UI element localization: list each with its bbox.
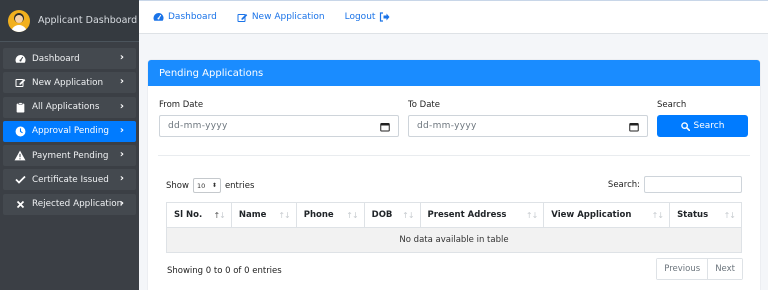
sort-icon: ↑↓ [651,211,664,220]
table-search-label: Search: [607,179,640,190]
sort-icon: ↑↓ [723,211,736,220]
sidebar-item-label: All Applications [32,102,100,113]
avatar [8,9,30,32]
entries-per-page-select[interactable]: 10 ⬍ [192,178,221,193]
sidebar: Applicant Dashboard Dashboard › New Appl… [0,0,139,290]
brand-title: Applicant Dashboard [38,15,138,26]
column-header[interactable]: Status ↑↓ [669,202,742,228]
sidebar-item-label: Dashboard [32,53,80,64]
column-header[interactable]: Name ↑↓ [230,202,297,228]
table-header-row: Sl No. ↑↓ Name ↑↓ Phone ↑↓ DOB ↑↓ Present Ad… [166,202,742,228]
sidebar-item-label: Certificate Issued [32,174,109,185]
top-link-label: Dashboard [168,12,217,22]
sort-icon: ↑↓ [278,211,290,220]
tachometer-icon [153,12,164,22]
previous-page-button[interactable]: Previous [657,259,708,279]
top-link-label: New Application [251,12,325,22]
chevron-right-icon: › [119,197,124,209]
sort-arrows-icon: ⬍ [211,182,217,189]
from-date-input[interactable]: dd-mm-yyyy [159,115,399,137]
next-page-button[interactable]: Next [707,259,742,279]
sidebar-item-label: Approval Pending [32,126,109,137]
sidebar-item-label: Rejected Application [32,199,123,210]
sidebar-item-label: Payment Pending [32,150,109,161]
table-length-control: Show 10 ⬍ entries [166,178,254,193]
sidebar-item-certificate-issued[interactable]: Certificate Issued › [3,169,136,191]
calendar-icon[interactable] [380,122,390,135]
calendar-icon[interactable] [629,122,639,135]
edit-icon [237,12,248,23]
warning-icon [14,150,26,162]
empty-table-message: No data available in table [166,227,742,253]
show-label: Show [166,180,189,191]
column-header[interactable]: View Application ↑↓ [543,202,671,228]
table-row: No data available in table [166,227,742,253]
date-placeholder: dd-mm-yyyy [168,121,228,131]
column-header[interactable]: Sl No. ↑↓ [166,202,232,228]
top-link-label: Logout [344,12,376,22]
chevron-right-icon: › [119,52,124,63]
clipboard-icon [14,101,26,113]
applications-table: Sl No. ↑↓ Name ↑↓ Phone ↑↓ DOB ↑↓ Present Ad… [166,202,742,253]
sidebar-item-approval-pending[interactable]: Approval Pending › [3,120,136,142]
check-icon [14,174,26,186]
chevron-right-icon: › [119,76,124,88]
chevron-right-icon: › [119,124,124,136]
entries-label: entries [224,180,255,191]
table-search-control: Search: [608,176,742,193]
from-date-label: From Date [159,100,204,110]
to-date-label: To Date [408,100,440,110]
sort-icon: ↑↓ [402,211,414,220]
table-search-input[interactable] [644,176,742,193]
sign-out-icon [379,12,390,22]
sidebar-item-all-applications[interactable]: All Applications › [3,96,136,118]
edit-icon [14,77,26,89]
sidebar-item-label: New Application [32,77,104,88]
sidebar-item-dashboard[interactable]: Dashboard › [3,48,136,69]
top-link-new-application[interactable]: New Application [237,12,325,23]
card-header: Pending Applications [148,60,760,86]
chevron-right-icon: › [119,149,124,161]
search-icon [680,121,690,131]
brand[interactable]: Applicant Dashboard [0,0,139,42]
pending-applications-card: Pending Applications From Date dd-mm-yyy… [148,60,760,290]
clock-icon [14,125,26,137]
pagination: Previous Next [656,258,743,280]
times-icon [14,198,26,210]
search-label: Search [657,100,687,110]
date-placeholder: dd-mm-yyyy [417,121,477,131]
top-navbar: Dashboard New Application Logout [139,0,768,34]
column-header[interactable]: Phone ↑↓ [295,202,365,228]
chevron-right-icon: › [119,100,124,112]
table-info: Showing 0 to 0 of 0 entries [167,266,282,276]
logout-link[interactable]: Logout [345,12,395,22]
column-header[interactable]: DOB ↑↓ [363,202,421,228]
divider [158,155,750,156]
entries-value: 10 [196,181,206,190]
sort-icon: ↑↓ [346,211,358,220]
chevron-right-icon: › [119,173,124,185]
sort-asc-icon: ↑↓ [213,211,225,220]
to-date-input[interactable]: dd-mm-yyyy [408,115,648,137]
column-header[interactable]: Present Address ↑↓ [419,202,545,228]
sidebar-item-payment-pending[interactable]: Payment Pending › [3,145,136,167]
sort-icon: ↑↓ [525,211,538,220]
search-button-label: Search [693,121,725,131]
sidebar-nav: Dashboard › New Application › All Applic… [3,48,136,218]
tachometer-icon [14,53,26,65]
sidebar-item-rejected-application[interactable]: Rejected Application › [3,193,136,215]
search-button[interactable]: Search [657,115,748,137]
card-title: Pending Applications [159,67,264,79]
top-link-dashboard[interactable]: Dashboard [153,12,217,22]
sidebar-item-new-application[interactable]: New Application › [3,72,136,94]
